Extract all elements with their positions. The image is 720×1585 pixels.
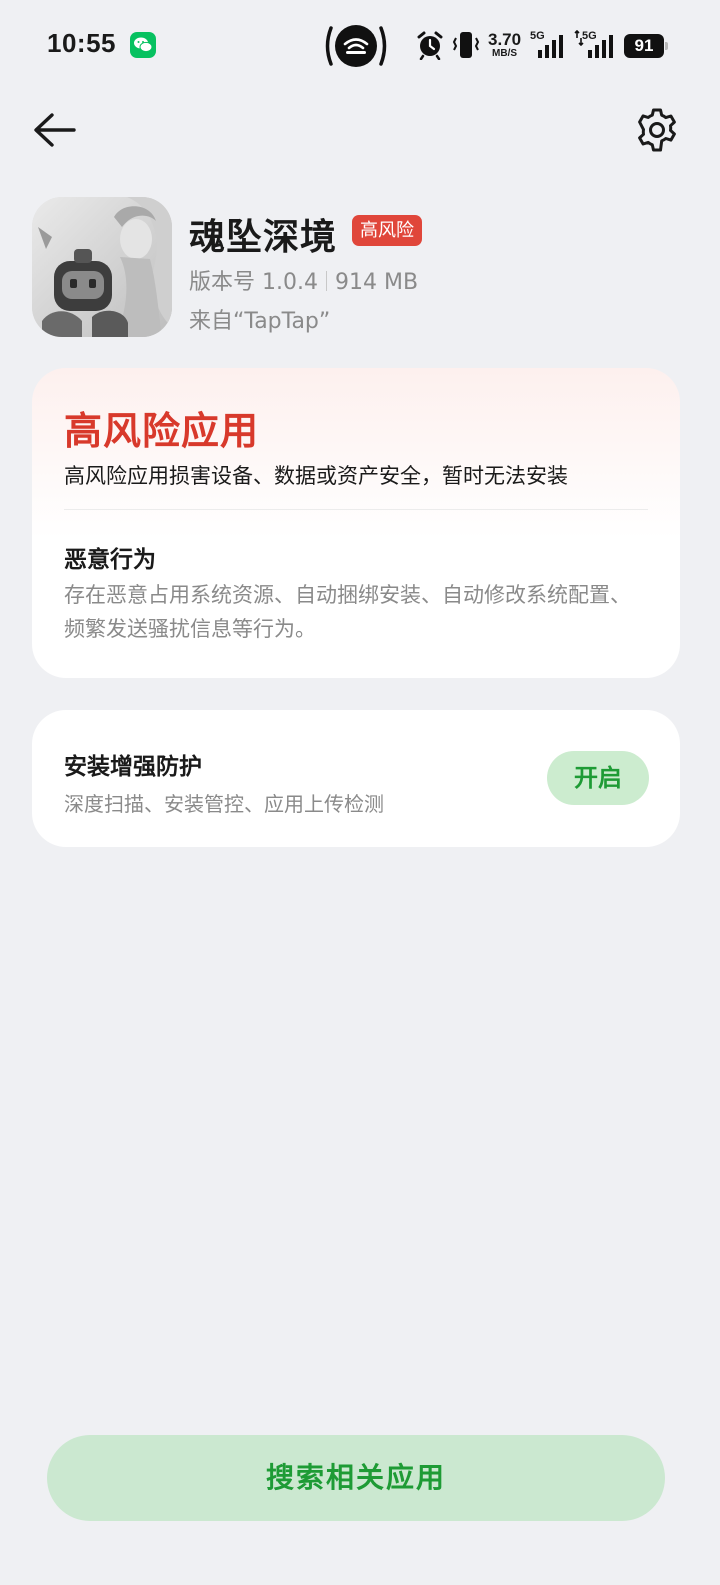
settings-button[interactable] — [633, 106, 681, 154]
battery-tip — [665, 42, 668, 50]
back-button[interactable] — [30, 108, 80, 152]
search-related-apps-button[interactable]: 搜索相关应用 — [47, 1435, 665, 1521]
signal-icon: 5G — [574, 30, 616, 60]
vibrate-icon — [452, 32, 480, 58]
app-version: 版本号 1.0.4 — [189, 270, 318, 295]
risk-title: 高风险应用 — [64, 409, 260, 453]
app-size: 914 MB — [334, 270, 419, 295]
behavior-title: 恶意行为 — [64, 547, 156, 573]
gear-icon — [638, 108, 676, 152]
signal-icon: 5G — [530, 30, 564, 60]
enable-protection-button[interactable]: 开启 — [547, 751, 649, 805]
network-speed: 3.70 MB/S — [488, 31, 521, 59]
app-name: 魂坠深境 — [189, 217, 338, 258]
risk-description: 高风险应用损害设备、数据或资产安全，暂时无法安装 — [64, 464, 568, 488]
app-icon — [32, 197, 172, 337]
protection-description: 深度扫描、安装管控、应用上传检测 — [64, 792, 384, 816]
app-meta: 版本号 1.0.4 914 MB — [189, 264, 418, 296]
behavior-description: 存在恶意占用系统资源、自动捆绑安装、自动修改系统配置、频繁发送骚扰信息等行为。 — [64, 583, 631, 641]
app-source: 来自“TapTap” — [189, 309, 331, 334]
battery-level: 91 — [624, 34, 664, 58]
status-time: 10:55 — [47, 28, 116, 58]
alarm-icon — [417, 31, 443, 60]
network-speed-unit: MB/S — [492, 48, 518, 59]
card-divider — [64, 509, 648, 510]
risk-badge: 高风险 — [352, 215, 422, 246]
back-arrow-icon — [34, 113, 76, 147]
network-speed-value: 3.70 — [488, 30, 522, 49]
protection-title: 安装增强防护 — [64, 754, 202, 780]
status-bar: 10:55 3.70 MB/S 5G 5G 91 — [0, 0, 720, 92]
hotspot-icon — [322, 22, 390, 70]
screen: 10:55 3.70 MB/S 5G 5G 91 魂坠深境 高风险 版本号 1.… — [0, 0, 720, 1585]
protection-card: 安装增强防护 深度扫描、安装管控、应用上传检测 开启 — [32, 710, 680, 847]
meta-divider — [325, 271, 327, 291]
wechat-icon — [130, 32, 156, 58]
risk-card: 高风险应用 高风险应用损害设备、数据或资产安全，暂时无法安装 恶意行为 存在恶意… — [32, 368, 680, 678]
battery-icon: 91 — [624, 34, 668, 58]
